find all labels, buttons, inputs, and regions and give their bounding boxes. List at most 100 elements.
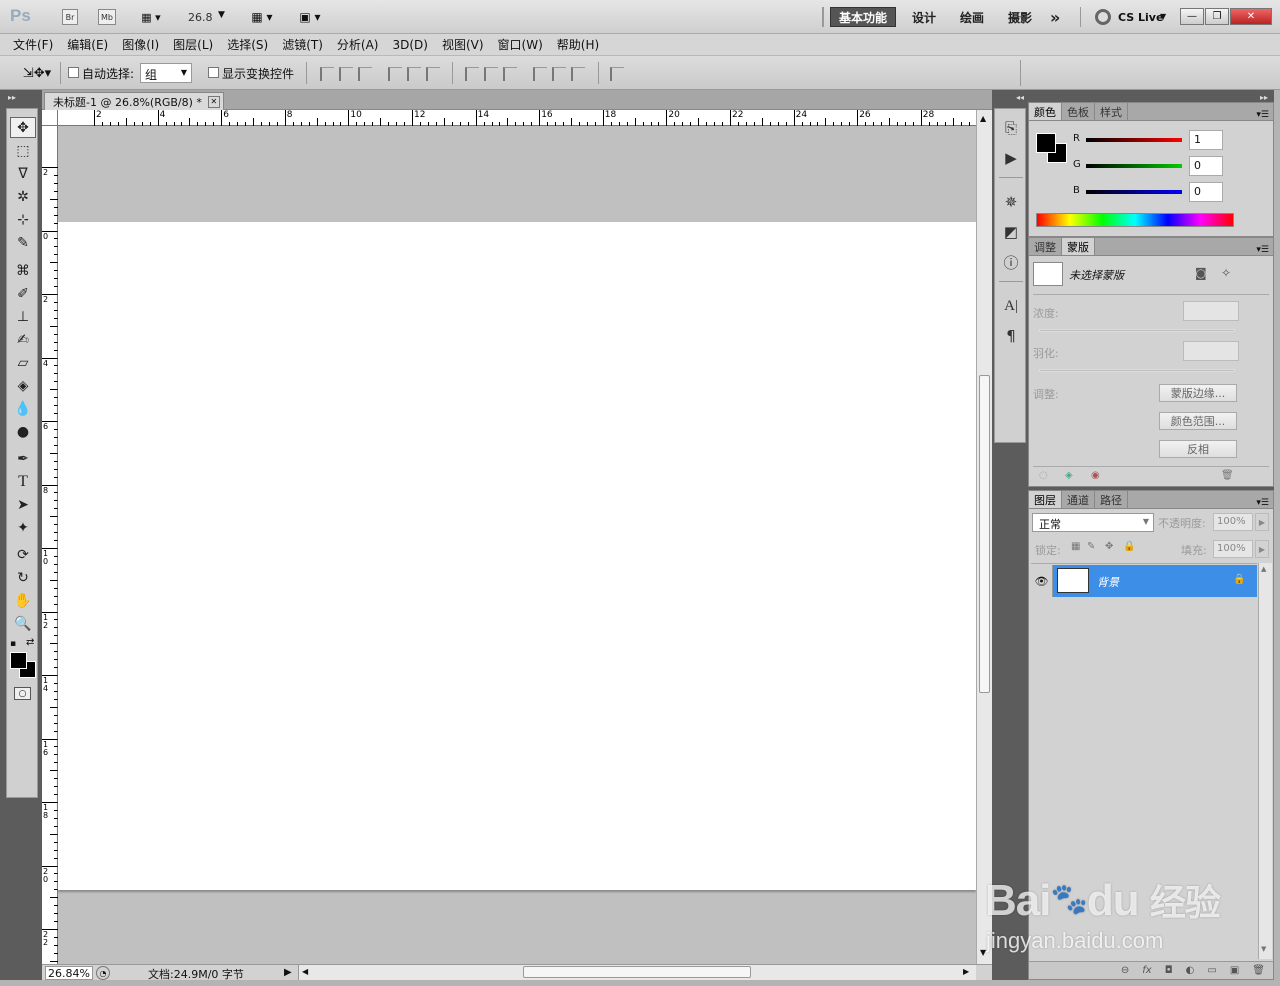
channel-r-field[interactable]: 1 (1189, 130, 1223, 150)
channel-g-slider[interactable] (1086, 164, 1182, 168)
history-brush-tool-icon[interactable]: ✍ (10, 329, 36, 350)
3d-rotate-tool-icon[interactable]: ⟳ (10, 544, 36, 565)
arrange-documents-icon[interactable]: ▦ ▾ (245, 9, 279, 25)
load-selection-icon[interactable]: ◌ (1039, 470, 1048, 481)
align-left-icon[interactable] (388, 67, 402, 81)
menu-select[interactable]: 选择(S) (220, 36, 275, 53)
pen-tool-icon[interactable]: ✒ (10, 448, 36, 469)
channel-b-slider[interactable] (1086, 190, 1182, 194)
close-tab-icon[interactable]: ✕ (207, 95, 220, 108)
more-workspaces-icon[interactable]: » (1042, 7, 1068, 27)
delete-layer-icon[interactable]: 🗑 (1252, 965, 1265, 976)
blur-tool-icon[interactable]: 💧 (10, 398, 36, 419)
new-group-icon[interactable]: ▭ (1207, 965, 1216, 976)
color-range-button[interactable]: 颜色范围... (1159, 412, 1237, 430)
channel-b-field[interactable]: 0 (1189, 182, 1223, 202)
new-layer-icon[interactable]: ▣ (1230, 965, 1239, 976)
align-vcenter-icon[interactable] (339, 67, 353, 81)
layers-scrollbar[interactable]: ▲ ▼ (1258, 563, 1272, 959)
clone-stamp-tool-icon[interactable]: ⊥ (10, 306, 36, 327)
horizontal-scroll-thumb[interactable] (523, 966, 751, 978)
collapse-panels-icon[interactable]: ▸▸ (1260, 93, 1268, 102)
scroll-up-icon[interactable]: ▲ (980, 114, 986, 123)
channel-g-field[interactable]: 0 (1189, 156, 1223, 176)
add-mask-icon[interactable]: ◘ (1165, 965, 1173, 976)
adjustment-layer-icon[interactable]: ◐ (1186, 965, 1195, 976)
visibility-eye-icon[interactable]: 👁 (1031, 565, 1053, 597)
crop-tool-icon[interactable]: ⊹ (10, 209, 36, 230)
fill-slider-icon[interactable]: ▶ (1255, 540, 1269, 558)
paragraph-panel-icon[interactable]: ¶ (999, 325, 1023, 347)
default-colors-icon[interactable]: ▪ (10, 639, 16, 649)
ruler-origin[interactable] (42, 110, 58, 126)
menu-image[interactable]: 图像(I) (115, 36, 166, 53)
swap-colors-icon[interactable]: ⇄ (26, 637, 34, 648)
info-panel-icon[interactable]: ⓘ (999, 251, 1023, 273)
foreground-color-swatch[interactable] (10, 652, 27, 669)
layer-name[interactable]: 背景 (1097, 574, 1119, 590)
workspace-design[interactable]: 设计 (904, 7, 944, 27)
menu-analysis[interactable]: 分析(A) (330, 36, 386, 53)
document-tab[interactable]: 未标题-1 @ 26.8%(RGB/8) * ✕ (44, 92, 224, 110)
link-layers-icon[interactable]: ⊖ (1121, 965, 1129, 976)
scroll-up-icon[interactable]: ▲ (1261, 565, 1266, 573)
menu-edit[interactable]: 编辑(E) (60, 36, 115, 53)
status-info-icon[interactable]: ◔ (96, 966, 110, 980)
3d-orbit-tool-icon[interactable]: ↻ (10, 567, 36, 588)
distribute-right-icon[interactable] (571, 67, 585, 81)
menu-layer[interactable]: 图层(L) (166, 36, 220, 53)
zoom-dropdown-icon[interactable]: ▼ (218, 10, 225, 20)
menu-help[interactable]: 帮助(H) (550, 36, 606, 53)
marquee-tool-icon[interactable]: ⬚ (10, 140, 36, 161)
eyedropper-tool-icon[interactable]: ✎ (10, 232, 36, 253)
blend-mode-dropdown[interactable]: 正常 ▼ (1032, 513, 1154, 532)
actions-panel-icon[interactable]: ▶ (999, 147, 1023, 169)
brush-tool-icon[interactable]: ✐ (10, 283, 36, 304)
add-vector-mask-icon[interactable]: ✧ (1221, 266, 1231, 280)
tool-preset-picker-icon[interactable]: ⇲✥▾ (18, 64, 56, 82)
zoom-level[interactable]: 26.8 (188, 11, 213, 24)
tab-channels[interactable]: 通道 (1062, 491, 1095, 508)
align-right-icon[interactable] (426, 67, 440, 81)
menu-file[interactable]: 文件(F) (6, 36, 60, 53)
horizontal-scrollbar[interactable]: ◀ ▶ (298, 965, 976, 980)
tab-paths[interactable]: 路径 (1095, 491, 1128, 508)
tab-styles[interactable]: 样式 (1095, 103, 1128, 120)
scroll-down-icon[interactable]: ▼ (1261, 945, 1266, 953)
apply-mask-icon[interactable]: ◈ (1065, 470, 1073, 481)
histogram-panel-icon[interactable]: ◩ (999, 221, 1023, 243)
color-spectrum-bar[interactable] (1036, 213, 1234, 227)
scroll-left-icon[interactable]: ◀ (302, 967, 308, 976)
show-transform-checkbox[interactable] (208, 67, 219, 78)
collapse-dock-icon[interactable]: ◂◂ (1016, 93, 1024, 102)
navigator-panel-icon[interactable]: ✵ (999, 191, 1023, 213)
auto-select-dropdown[interactable]: 组 ▼ (140, 63, 192, 83)
auto-align-layers-icon[interactable] (610, 67, 624, 81)
menu-window[interactable]: 窗口(W) (491, 36, 550, 53)
bridge-button[interactable]: Br (62, 9, 78, 25)
eraser-tool-icon[interactable]: ▱ (10, 352, 36, 373)
custom-shape-tool-icon[interactable]: ✦ (10, 517, 36, 538)
screen-mode-icon[interactable]: ▣ ▾ (293, 9, 327, 25)
align-hcenter-icon[interactable] (407, 67, 421, 81)
lock-position-icon[interactable]: ✥ (1105, 541, 1113, 552)
distribute-top-icon[interactable] (465, 67, 479, 81)
distribute-hcenter-icon[interactable] (552, 67, 566, 81)
cs-live-dropdown-icon[interactable]: ▼ (1160, 12, 1166, 21)
tab-layers[interactable]: 图层 (1029, 491, 1062, 508)
lock-image-icon[interactable]: ✎ (1087, 541, 1095, 552)
mini-bridge-button[interactable]: Mb (98, 9, 116, 25)
distribute-bottom-icon[interactable] (503, 67, 517, 81)
opacity-slider-icon[interactable]: ▶ (1255, 513, 1269, 531)
cs-live-menu[interactable]: CS Live (1118, 11, 1163, 24)
zoom-tool-icon[interactable]: 🔍 (10, 613, 36, 634)
minimize-button[interactable]: — (1180, 8, 1204, 25)
workspace-essentials[interactable]: 基本功能 (830, 7, 897, 27)
menu-view[interactable]: 视图(V) (435, 36, 491, 53)
status-menu-arrow-icon[interactable]: ▶ (284, 967, 292, 978)
panel-menu-icon[interactable]: ▾☰ (1256, 110, 1273, 120)
menu-filter[interactable]: 滤镜(T) (275, 36, 330, 53)
align-top-icon[interactable] (320, 67, 334, 81)
quick-mask-icon[interactable]: ○ (14, 687, 31, 700)
disable-mask-icon[interactable]: ◉ (1091, 470, 1100, 481)
